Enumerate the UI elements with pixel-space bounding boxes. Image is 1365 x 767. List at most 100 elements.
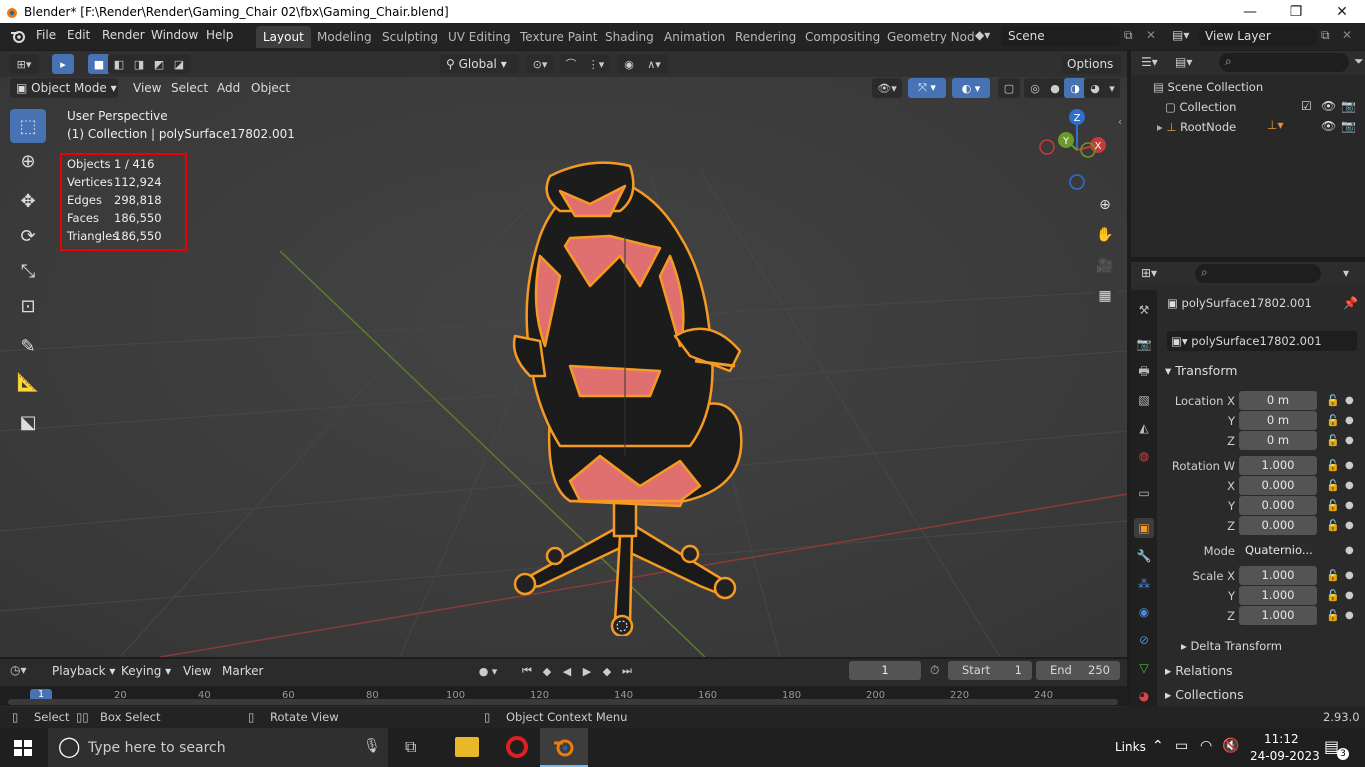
wifi-icon[interactable]: ◠ xyxy=(1200,738,1212,754)
add-cube-tool-icon[interactable]: ⬕ xyxy=(10,405,46,439)
physics-tab-icon[interactable]: ◉ xyxy=(1134,602,1154,622)
keyframe-dot-icon[interactable]: ● xyxy=(1345,570,1354,581)
select-box-tool-icon[interactable]: ⬚ xyxy=(10,109,46,143)
outliner-collection[interactable]: ▢ Collection xyxy=(1165,100,1236,114)
lock-icon[interactable]: 🔓 xyxy=(1326,589,1340,602)
keyframe-dot-icon[interactable]: ● xyxy=(1345,520,1354,531)
task-view-icon[interactable]: ⧉ xyxy=(405,737,416,757)
jump-start-icon[interactable]: ⏮ xyxy=(516,661,538,681)
navigation-gizmo[interactable]: Z X Y xyxy=(1036,107,1118,197)
shading-wireframe-icon[interactable]: ◎ xyxy=(1024,78,1046,98)
rotation-z-field[interactable]: 0.000 xyxy=(1239,516,1317,535)
frame-ruler[interactable]: 1 20 40 60 80 100 120 140 160 180 200 22… xyxy=(0,686,1127,706)
play-reverse-icon[interactable]: ◀ xyxy=(556,661,578,681)
material-tab-icon[interactable]: ◕ xyxy=(1134,686,1154,706)
location-x-field[interactable]: 0 m xyxy=(1239,391,1317,410)
location-z-field[interactable]: 0 m xyxy=(1239,431,1317,450)
lock-icon[interactable]: 🔓 xyxy=(1326,479,1340,492)
clock-time[interactable]: 11:12 xyxy=(1264,732,1299,746)
tab-sculpting[interactable]: Sculpting xyxy=(375,26,445,48)
keyframe-dot-icon[interactable]: ● xyxy=(1345,590,1354,601)
jump-end-icon[interactable]: ⏭ xyxy=(616,661,638,681)
object-mode-dropdown[interactable]: ▣ Object Mode ▾ xyxy=(10,78,118,98)
properties-editor-icon[interactable]: ⊞▾ xyxy=(1141,266,1157,280)
select-mode-invert-icon[interactable]: ◩ xyxy=(148,54,170,74)
copy-scene-icon[interactable]: ⧉ xyxy=(1124,28,1133,43)
scale-x-field[interactable]: 1.000 xyxy=(1239,566,1317,585)
gaming-chair-model[interactable] xyxy=(500,156,760,636)
outliner-rootnode[interactable]: ▸ ⊥ RootNode xyxy=(1157,120,1236,134)
blender-menu-icon[interactable] xyxy=(10,29,26,44)
pivot-point-icon[interactable]: ⊙▾ xyxy=(526,54,554,74)
timeline-menu-marker[interactable]: Marker xyxy=(222,661,263,681)
sidebar-toggle-icon[interactable]: ‹ xyxy=(1118,117,1122,128)
camera-view-icon[interactable]: 🎥 xyxy=(1092,253,1118,279)
object-datablock-field[interactable]: ▣▾ polySurface17802.001 xyxy=(1167,331,1357,351)
constraints-tab-icon[interactable]: ⊘ xyxy=(1134,630,1154,650)
rotation-x-field[interactable]: 0.000 xyxy=(1239,476,1317,495)
properties-options-icon[interactable]: ▾ xyxy=(1343,266,1349,280)
outliner-scene-collection[interactable]: ▤ Scene Collection xyxy=(1153,80,1263,94)
object-tab-icon[interactable]: ▣ xyxy=(1134,518,1154,538)
rootnode-visibility-icon[interactable]: 👁 xyxy=(1321,119,1336,133)
tab-modeling[interactable]: Modeling xyxy=(310,26,379,48)
links-toolbar[interactable]: Links xyxy=(1115,740,1146,754)
next-keyframe-icon[interactable]: ◆ xyxy=(596,661,618,681)
start-frame-field[interactable]: Start 1 xyxy=(948,661,1032,680)
keyframe-dot-icon[interactable]: ● xyxy=(1345,610,1354,621)
tab-layout[interactable]: Layout xyxy=(256,26,311,48)
view-layer-tab-icon[interactable]: ▧ xyxy=(1134,390,1154,410)
timeline-menu-keying[interactable]: Keying ▾ xyxy=(121,661,171,681)
microphone-icon[interactable]: 🎙 xyxy=(363,738,381,754)
tab-uv-editing[interactable]: UV Editing xyxy=(441,26,518,48)
lock-icon[interactable]: 🔓 xyxy=(1326,499,1340,512)
location-y-field[interactable]: 0 m xyxy=(1239,411,1317,430)
pan-hand-icon[interactable]: ✋ xyxy=(1092,222,1118,248)
transform-panel-header[interactable]: ▾ Transform xyxy=(1165,363,1237,378)
menu-window[interactable]: Window xyxy=(151,28,198,42)
lock-icon[interactable]: 🔓 xyxy=(1326,519,1340,532)
tab-compositing[interactable]: Compositing xyxy=(798,26,887,48)
record-keyframe-icon[interactable]: ● ▾ xyxy=(470,661,506,681)
scene-selector[interactable]: Scene xyxy=(1002,26,1120,46)
keyframe-dot-icon[interactable]: ● xyxy=(1345,460,1354,471)
options-dropdown[interactable]: Options ▾ xyxy=(1061,54,1121,91)
rotation-y-field[interactable]: 0.000 xyxy=(1239,496,1317,515)
properties-search-input[interactable]: ⌕ xyxy=(1195,264,1321,283)
rotation-w-field[interactable]: 1.000 xyxy=(1239,456,1317,475)
show-hidden-icons[interactable]: ⌃ xyxy=(1152,738,1164,754)
modifier-tab-icon[interactable]: 🔧 xyxy=(1134,546,1154,566)
select-mode-extend-icon[interactable]: ◧ xyxy=(108,54,130,74)
shading-material-icon[interactable]: ◑ xyxy=(1064,78,1086,98)
close-button[interactable]: ✕ xyxy=(1319,0,1365,23)
collections-panel[interactable]: ▸ Collections xyxy=(1165,687,1244,702)
xray-icon[interactable]: ▢ xyxy=(998,78,1020,98)
overlays-toggle-icon[interactable]: ◐ ▾ xyxy=(952,78,990,98)
scale-y-field[interactable]: 1.000 xyxy=(1239,586,1317,605)
tool-tab-icon[interactable]: ⚒ xyxy=(1134,300,1154,320)
select-cursor-icon[interactable]: ▸ xyxy=(52,54,74,74)
viewport-menu-select[interactable]: Select xyxy=(171,78,208,98)
filter-icon[interactable]: ⏷ xyxy=(1354,54,1364,69)
menu-help[interactable]: Help xyxy=(206,28,233,42)
collection-tab-icon[interactable]: ▭ xyxy=(1134,483,1154,503)
world-tab-icon[interactable]: ◍ xyxy=(1134,446,1154,466)
outliner-search-input[interactable]: ⌕ xyxy=(1219,53,1349,72)
tab-rendering[interactable]: Rendering xyxy=(728,26,803,48)
snap-target-icon[interactable]: ⋮▾ xyxy=(582,54,610,74)
timeline-scrollbar[interactable] xyxy=(8,699,1118,705)
remove-scene-icon[interactable]: ✕ xyxy=(1146,28,1156,42)
keyframe-dot-icon[interactable]: ● xyxy=(1345,500,1354,511)
rotate-tool-icon[interactable]: ⟳ xyxy=(10,219,46,253)
tab-texture-paint[interactable]: Texture Paint xyxy=(513,26,604,48)
scale-tool-icon[interactable]: ⤡ xyxy=(10,254,46,288)
editor-type-icon[interactable]: ⊞▾ xyxy=(10,54,38,74)
viewport-menu-view[interactable]: View xyxy=(133,78,161,98)
relations-panel[interactable]: ▸ Relations xyxy=(1165,663,1233,678)
volume-muted-icon[interactable]: 🔇 xyxy=(1222,738,1239,754)
outliner-editor-icon[interactable]: ☰▾ xyxy=(1141,55,1158,69)
lock-icon[interactable]: 🔓 xyxy=(1326,394,1340,407)
measure-tool-icon[interactable]: 📐 xyxy=(10,365,46,399)
delta-transform-subpanel[interactable]: ▸ Delta Transform xyxy=(1181,639,1282,653)
data-tab-icon[interactable]: ▽ xyxy=(1134,658,1154,678)
